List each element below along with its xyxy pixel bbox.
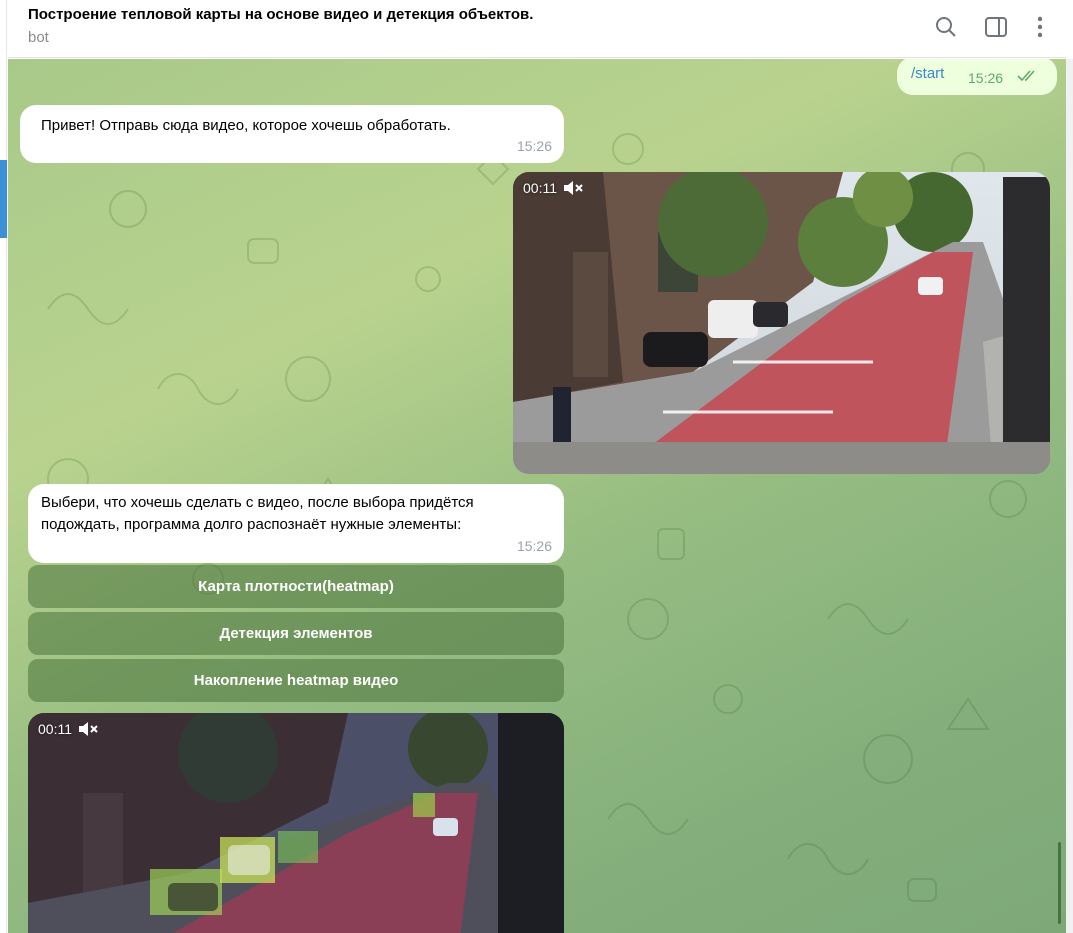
message-time: 15:26 [516,538,552,554]
chat-subtitle: bot [28,29,49,46]
muted-icon[interactable] [78,721,98,737]
chat-area: /start 15:26 Привет! Отправь сюда видео,… [8,59,1066,933]
video-duration-badge: 00:11 [38,721,98,737]
processed-video-message[interactable]: 00:11 [28,713,564,933]
heatmap-button[interactable]: Карта плотности(heatmap) [28,565,564,608]
chat-title[interactable]: Построение тепловой карты на основе виде… [28,6,533,23]
message-time: 15:26 [516,138,552,154]
more-vertical-icon[interactable] [1027,14,1053,40]
accumulate-heatmap-button[interactable]: Накопление heatmap видео [28,659,564,702]
chat-header: Построение тепловой карты на основе виде… [8,0,1066,58]
message-text-line-2: подождать, программа долго распознаёт ну… [41,516,462,533]
message-text: Привет! Отправь сюда видео, которое хоче… [41,117,451,134]
double-check-icon [1017,70,1035,82]
window-scrollbar[interactable] [1066,59,1073,933]
video-thumbnail [513,172,1050,474]
chat-scroll-thumb[interactable] [1058,842,1061,924]
detection-button[interactable]: Детекция элементов [28,612,564,655]
video-duration: 00:11 [38,721,72,737]
message-text-line-1: Выбери, что хочешь сделать с видео, посл… [41,494,474,511]
outgoing-start-message[interactable]: /start 15:26 [897,59,1057,95]
video-duration-badge: 00:11 [523,180,583,196]
muted-icon[interactable] [563,180,583,196]
search-icon[interactable] [933,14,959,40]
uploaded-video-message[interactable]: 00:11 [513,172,1050,474]
active-chat-indicator [0,160,7,238]
start-command-link[interactable]: /start [911,63,944,84]
video-duration: 00:11 [523,180,557,196]
incoming-greeting-message[interactable]: Привет! Отправь сюда видео, которое хоче… [20,105,564,163]
heatmap-video-thumbnail [28,713,564,933]
message-time: 15:26 [968,70,1004,86]
left-panel-edge [0,0,7,933]
incoming-choose-action-message[interactable]: Выбери, что хочешь сделать с видео, посл… [28,484,564,563]
sidebar-toggle-icon[interactable] [983,14,1009,40]
